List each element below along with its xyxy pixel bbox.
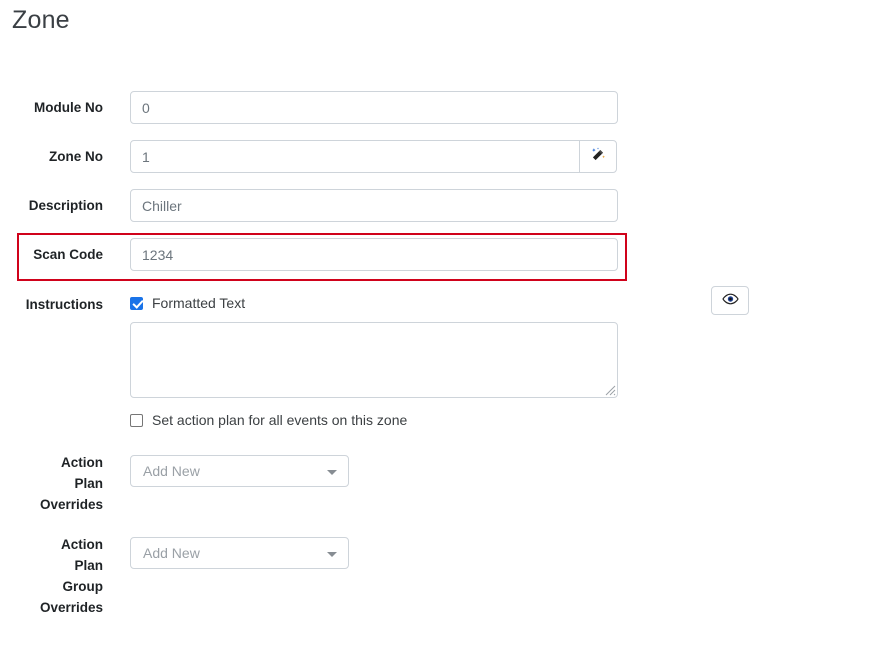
action-plan-group-overrides-label-line-3: Group [62, 579, 104, 594]
action-plan-overrides-label: Action Plan Overrides [0, 452, 103, 515]
scan-code-label: Scan Code [33, 247, 103, 262]
magic-wand-button[interactable] [579, 140, 617, 173]
zone-no-input[interactable] [130, 140, 580, 173]
set-action-plan-checkbox[interactable] [130, 413, 143, 427]
set-action-plan-label: Set action plan for all events on this z… [152, 412, 408, 428]
zone-no-label: Zone No [49, 149, 103, 164]
set-action-plan-checkbox-row[interactable]: Set action plan for all events on this z… [130, 411, 407, 429]
action-plan-overrides-label-line-3: Overrides [39, 497, 103, 512]
module-no-label: Module No [34, 100, 103, 115]
chevron-down-icon [327, 470, 337, 475]
action-plan-overrides-label-line-1: Action [61, 455, 103, 470]
action-plan-overrides-select[interactable]: Add New [130, 455, 349, 487]
magic-wand-icon [590, 147, 606, 166]
action-plan-group-overrides-select-value: Add New [143, 545, 200, 561]
zone-no-input-group [130, 140, 617, 173]
description-label: Description [28, 198, 103, 213]
chevron-down-icon [327, 552, 337, 557]
formatted-text-checkbox[interactable] [130, 296, 143, 310]
scan-code-input[interactable] [130, 238, 618, 271]
instructions-textarea-wrap [130, 322, 618, 398]
instructions-textarea[interactable] [130, 322, 618, 398]
module-no-input[interactable] [130, 91, 618, 124]
page-title: Zone [12, 6, 70, 34]
action-plan-group-overrides-label-line-1: Action [61, 537, 103, 552]
action-plan-overrides-select-value: Add New [143, 463, 200, 479]
eye-icon [721, 292, 739, 309]
preview-instructions-button[interactable] [711, 286, 749, 315]
action-plan-group-overrides-select[interactable]: Add New [130, 537, 349, 569]
instructions-label: Instructions [25, 297, 103, 312]
action-plan-group-overrides-label-line-4: Overrides [39, 600, 103, 615]
formatted-text-label: Formatted Text [152, 295, 246, 311]
action-plan-group-overrides-label: Action Plan Group Overrides [0, 534, 103, 618]
formatted-text-checkbox-row[interactable]: Formatted Text [130, 294, 618, 312]
description-input[interactable] [130, 189, 618, 222]
action-plan-group-overrides-label-line-2: Plan [74, 558, 103, 573]
action-plan-overrides-label-line-2: Plan [74, 476, 103, 491]
